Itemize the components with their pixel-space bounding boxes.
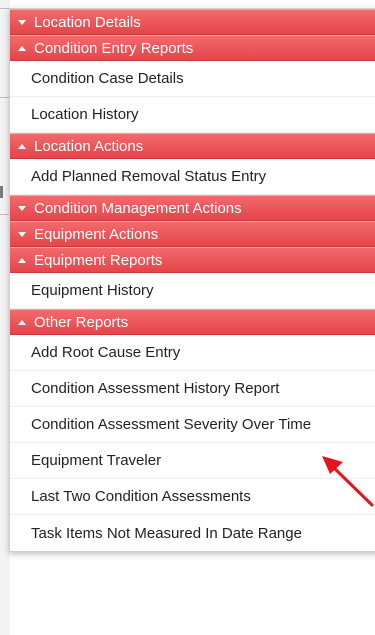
section-header-location-details[interactable]: Location Details [10, 9, 375, 35]
section-header-condition-entry-reports[interactable]: Condition Entry Reports [10, 35, 375, 61]
menu-item[interactable]: Condition Assessment Severity Over Time [10, 407, 375, 443]
caret-up-icon [18, 257, 26, 263]
section-header-label: Location Actions [34, 137, 144, 155]
caret-down-icon [18, 19, 26, 25]
caret-up-icon [18, 45, 26, 51]
caret-down-icon [18, 205, 26, 211]
caret-up-icon [18, 319, 26, 325]
section-header-label: Equipment Reports [34, 251, 163, 269]
caret-up-icon [18, 143, 26, 149]
section-header-location-actions[interactable]: Location Actions [10, 133, 375, 159]
section-header-label: Condition Management Actions [34, 199, 242, 217]
menu-item[interactable]: Condition Assessment History Report [10, 371, 375, 407]
section-header-label: Condition Entry Reports [34, 39, 194, 57]
background-marker [0, 186, 3, 198]
section-header-condition-management-actions[interactable]: Condition Management Actions [10, 195, 375, 221]
section-header-equipment-actions[interactable]: Equipment Actions [10, 221, 375, 247]
menu-item[interactable]: Condition Case Details [10, 61, 375, 97]
caret-down-icon [18, 231, 26, 237]
menu-item[interactable]: Location History [10, 97, 375, 133]
section-header-label: Location Details [34, 13, 141, 31]
menu-item[interactable]: Task Items Not Measured In Date Range [10, 515, 375, 551]
section-header-equipment-reports[interactable]: Equipment Reports [10, 247, 375, 273]
actions-dropdown-menu: Location Details Condition Entry Reports C… [9, 8, 375, 552]
menu-item[interactable]: Equipment Traveler [10, 443, 375, 479]
section-header-label: Other Reports [34, 313, 129, 331]
screenshot-stage: Location Details Condition Entry Reports C… [0, 0, 375, 635]
menu-item[interactable]: Equipment History [10, 273, 375, 309]
menu-item[interactable]: Add Root Cause Entry [10, 335, 375, 371]
menu-item[interactable]: Last Two Condition Assessments [10, 479, 375, 515]
section-header-other-reports[interactable]: Other Reports [10, 309, 375, 335]
section-header-label: Equipment Actions [34, 225, 159, 243]
menu-item[interactable]: Add Planned Removal Status Entry [10, 159, 375, 195]
